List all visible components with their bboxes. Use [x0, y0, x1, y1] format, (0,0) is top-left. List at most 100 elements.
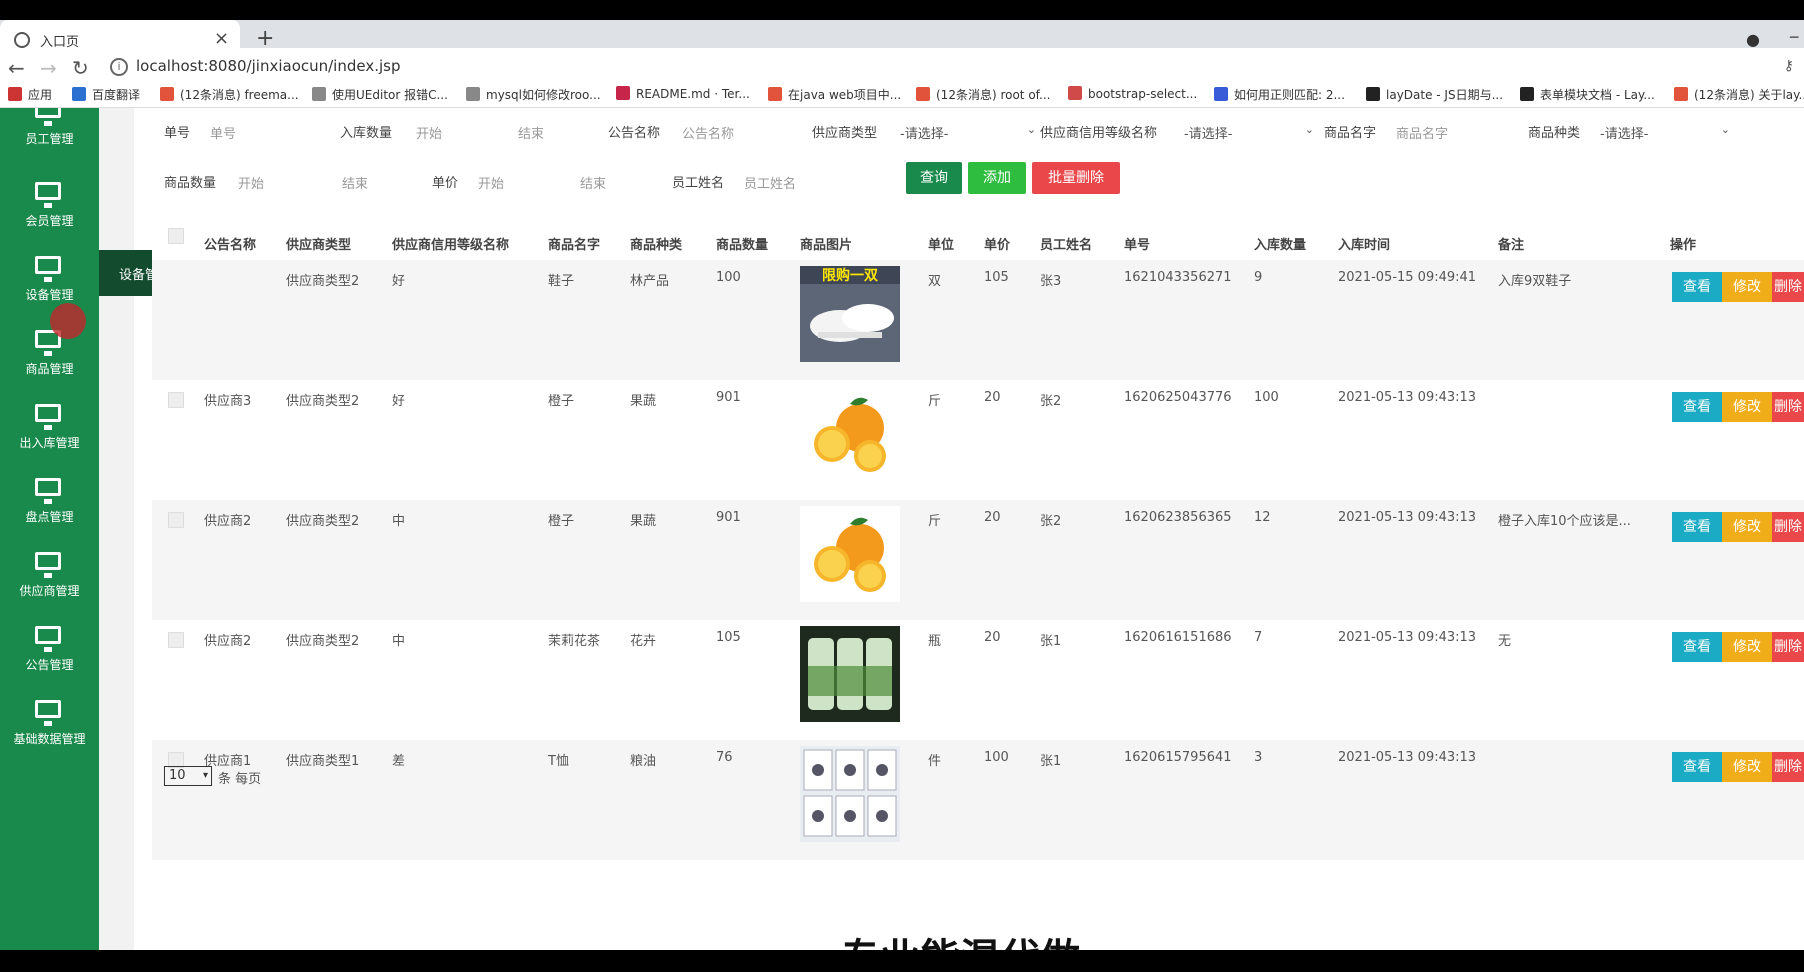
cell-inqty: 100 — [1254, 390, 1279, 405]
cursor-highlight — [50, 303, 86, 339]
del-button[interactable]: 删除 — [1772, 512, 1804, 542]
close-icon[interactable]: × — [214, 28, 229, 49]
page-size-select[interactable]: 10 ▾ — [164, 766, 212, 786]
cell-inqty: 9 — [1254, 270, 1263, 285]
cell-qty: 76 — [716, 750, 733, 765]
sidebar-item-inventory[interactable]: 盘点管理 — [0, 478, 99, 544]
table-header: 公告名称 供应商类型 供应商信用等级名称 商品名字 商品种类 商品数量 商品图片… — [152, 226, 1804, 260]
table-row: 供应商1 供应商类型1 差 T恤 粮油 76 件 100 张1 1620615795641 3 202… — [152, 740, 1804, 860]
cell-time: 2021-05-15 09:49:41 — [1338, 270, 1477, 285]
bookmark-item[interactable]: (12条消息) freema... — [160, 86, 299, 103]
batch-delete-button[interactable]: 批量删除 — [1032, 162, 1120, 194]
price-start-input[interactable]: 开始 — [478, 173, 504, 192]
product-image: 限购一双 — [800, 266, 900, 362]
sidebar-item-notices[interactable]: 公告管理 — [0, 626, 99, 692]
profile-icon[interactable]: ● — [1746, 30, 1760, 49]
cell-credit: 中 — [392, 514, 406, 529]
edit-button[interactable]: 修改 — [1722, 512, 1772, 542]
label-goods-name: 商品名字 — [1324, 126, 1377, 141]
cell-note: 无 — [1498, 634, 1512, 649]
cell-staff: 张3 — [1040, 274, 1062, 289]
info-icon[interactable]: i — [110, 58, 128, 76]
cell-no: 1620615795641 — [1124, 750, 1232, 765]
watermark-text: 专业能混代做 — [840, 926, 1080, 950]
cell-time: 2021-05-13 09:43:13 — [1338, 750, 1477, 765]
col-header: 供应商信用等级名称 — [392, 238, 510, 253]
bookmark-item[interactable]: (12条消息) 关于lay... — [1674, 86, 1804, 103]
bookmark-item[interactable]: 百度翻译 — [72, 86, 140, 103]
cell-name: T恤 — [548, 754, 569, 769]
gitee-icon — [616, 86, 630, 100]
bookmark-item[interactable]: bootstrap-select... — [1068, 86, 1197, 101]
globe-icon — [14, 32, 30, 48]
del-button[interactable]: 删除 — [1772, 632, 1804, 662]
cell-name: 鞋子 — [548, 274, 575, 289]
staff-input[interactable]: 员工姓名 — [744, 173, 796, 192]
supplier-type-select[interactable]: -请选择- ⌄ — [900, 123, 1036, 142]
view-button[interactable]: 查看 — [1672, 512, 1722, 542]
bookmark-item[interactable]: README.md · Ter... — [616, 86, 750, 101]
goods-qty-end-input[interactable]: 结束 — [342, 173, 368, 192]
cell-time: 2021-05-13 09:43:13 — [1338, 630, 1477, 645]
bookmark-item[interactable]: 使用UEditor 报错C... — [312, 86, 448, 103]
bookmark-item[interactable]: 表单模块文档 - Lay... — [1520, 86, 1655, 103]
bookmark-item[interactable]: 在java web项目中... — [768, 86, 901, 103]
edit-button[interactable]: 修改 — [1722, 752, 1772, 782]
view-button[interactable]: 查看 — [1672, 752, 1722, 782]
cell-time: 2021-05-13 09:43:13 — [1338, 390, 1477, 405]
rukushuliang-end-input[interactable]: 结束 — [518, 123, 544, 142]
row-checkbox[interactable] — [168, 512, 184, 528]
sidebar-item-suppliers[interactable]: 供应商管理 — [0, 552, 99, 618]
apps-icon — [8, 87, 22, 101]
goods-name-input[interactable]: 商品名字 — [1396, 123, 1448, 142]
query-button[interactable]: 查询 — [906, 162, 962, 194]
key-icon[interactable]: ⚷ — [1784, 58, 1794, 74]
goods-qty-start-input[interactable]: 开始 — [238, 173, 264, 192]
sidebar-item-goods[interactable]: 商品管理 — [0, 330, 99, 396]
add-button[interactable]: 添加 — [968, 162, 1026, 194]
cell-kind: 花卉 — [630, 634, 657, 649]
row-checkbox[interactable] — [168, 392, 184, 408]
credit-select[interactable]: -请选择- ⌄ — [1184, 123, 1314, 142]
edit-button[interactable]: 修改 — [1722, 632, 1772, 662]
edit-button[interactable]: 修改 — [1722, 392, 1772, 422]
cell-kind: 粮油 — [630, 754, 657, 769]
monitor-icon — [35, 552, 61, 578]
view-button[interactable]: 查看 — [1672, 392, 1722, 422]
del-button[interactable]: 删除 — [1772, 272, 1804, 302]
bookmark-item[interactable]: mysql如何修改roo... — [466, 86, 601, 103]
price-end-input[interactable]: 结束 — [580, 173, 606, 192]
view-button[interactable]: 查看 — [1672, 272, 1722, 302]
sidebar-item-members[interactable]: 会员管理 — [0, 182, 99, 248]
sidebar-item-stock[interactable]: 出入库管理 — [0, 404, 99, 470]
sidebar-item-staff[interactable]: 员工管理 — [0, 108, 99, 166]
bookmark-item[interactable]: (12条消息) root of... — [916, 86, 1050, 103]
minimize-icon[interactable]: ─ — [1790, 30, 1798, 46]
col-header: 商品图片 — [800, 238, 853, 253]
edit-button[interactable]: 修改 — [1722, 272, 1772, 302]
row-checkbox[interactable] — [168, 632, 184, 648]
del-button[interactable]: 删除 — [1772, 392, 1804, 422]
reload-icon[interactable]: ↻ — [72, 56, 89, 80]
del-button[interactable]: 删除 — [1772, 752, 1804, 782]
select-all-checkbox[interactable] — [168, 228, 184, 244]
cell-note: 入库9双鞋子 — [1498, 274, 1572, 289]
goods-kind-select[interactable]: -请选择- ⌄ — [1600, 123, 1730, 142]
gonggao-input[interactable]: 公告名称 — [682, 123, 734, 142]
sidebar-item-basedata[interactable]: 基础数据管理 — [0, 700, 99, 766]
cell-qty: 901 — [716, 390, 741, 405]
monitor-icon — [35, 478, 61, 504]
rukushuliang-start-input[interactable]: 开始 — [416, 123, 442, 142]
cell-credit: 好 — [392, 394, 406, 409]
bookmark-item[interactable]: layDate - JS日期与... — [1366, 86, 1503, 103]
danhao-input[interactable]: 单号 — [210, 123, 236, 142]
view-button[interactable]: 查看 — [1672, 632, 1722, 662]
col-header: 单价 — [984, 238, 1011, 253]
url-input[interactable]: localhost:8080/jinxiaocun/index.jsp — [136, 57, 401, 75]
bookmark-item[interactable]: 如何用正则匹配: 2... — [1214, 86, 1345, 103]
bookmark-item[interactable]: 应用 — [8, 86, 52, 103]
back-icon[interactable]: ← — [8, 56, 25, 80]
forward-icon[interactable]: → — [40, 56, 57, 80]
cell-staff: 张1 — [1040, 634, 1062, 649]
col-header: 商品种类 — [630, 238, 683, 253]
